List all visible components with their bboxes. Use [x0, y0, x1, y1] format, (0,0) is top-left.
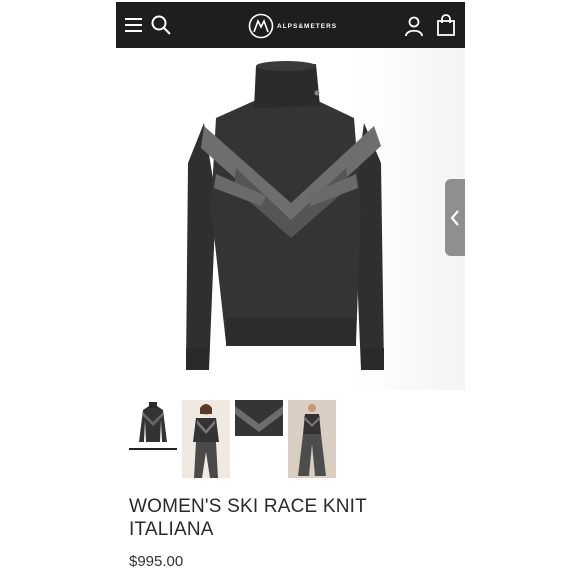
brand-logo[interactable]: ALPS&METERS — [248, 12, 337, 40]
thumbnail-sweater-front[interactable] — [129, 400, 177, 478]
chevron-left-icon — [450, 210, 459, 226]
thumbnail-model-front[interactable] — [182, 400, 230, 478]
product-title: WOMEN'S SKI RACE KNIT ITALIANA — [129, 496, 367, 540]
account-icon[interactable] — [403, 15, 425, 37]
shopping-bag-icon[interactable] — [436, 14, 456, 36]
logo-icon — [248, 13, 274, 39]
main-product-image[interactable] — [116, 48, 465, 390]
gallery-side-tab[interactable] — [445, 179, 465, 256]
product-page: ALPS&METERS WOMEN'S SKI RACE KNIT ITALIA… — [116, 0, 465, 580]
brand-name: ALPS&METERS — [277, 22, 338, 30]
product-price: $995.00 — [129, 553, 184, 570]
thumbnail-model-full[interactable] — [288, 400, 336, 478]
thumbnail-strip — [116, 400, 465, 480]
menu-icon[interactable] — [124, 16, 144, 34]
header-bar: ALPS&METERS — [116, 2, 465, 48]
search-icon[interactable] — [150, 14, 172, 36]
knit-sweater-image — [186, 61, 384, 370]
thumbnail-sweater-detail[interactable] — [235, 400, 283, 478]
